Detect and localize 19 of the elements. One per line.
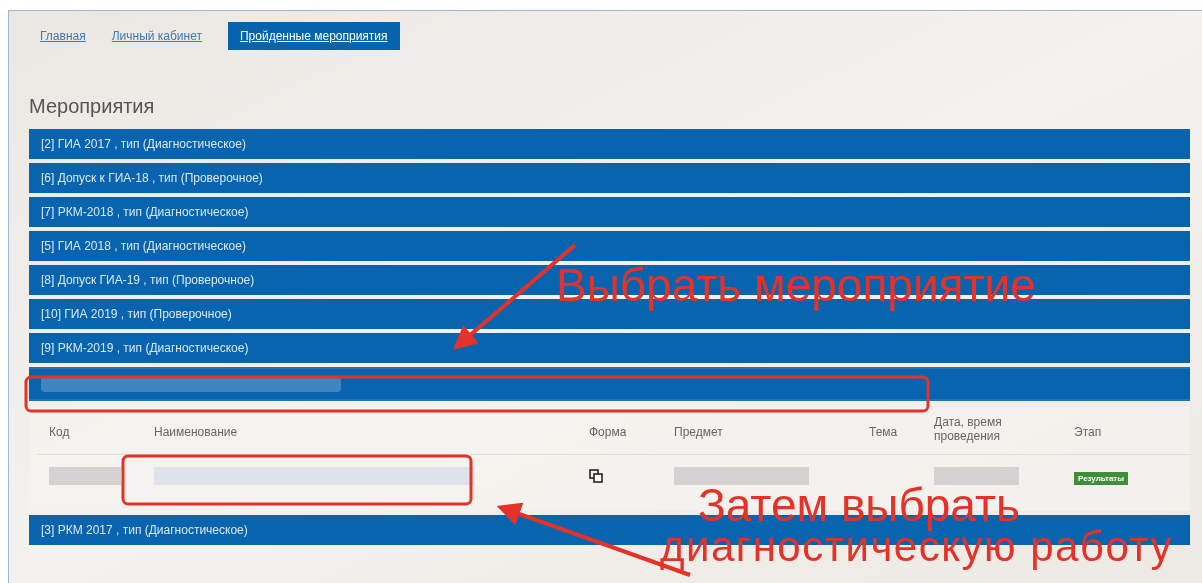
event-bar[interactable]: [7] РКМ-2018 , тип (Диагностическое) [29,197,1190,227]
nav-link[interactable]: Пройденные мероприятия [227,22,400,50]
nav-link[interactable]: Главная [40,27,86,45]
redacted-text [49,467,121,485]
event-bar[interactable]: [2] ГИА 2017 , тип (Диагностическое) [29,129,1190,159]
event-bar[interactable]: [6] Допуск к ГИА-18 , тип (Проверочное) [29,163,1190,193]
event-bar[interactable]: [9] РКМ-2019 , тип (Диагностическое) [29,333,1190,363]
column-header: Форма [589,424,627,439]
column-header: Дата, время проведения [934,414,1003,443]
column-header: Наименование [154,424,238,439]
event-bar[interactable]: [5] ГИА 2018 , тип (Диагностическое) [29,231,1190,261]
column-header: Предмет [674,424,723,439]
column-header: Этап [1074,424,1102,439]
results-button[interactable]: Результаты [1074,472,1129,485]
page-heading: Мероприятия [29,94,156,119]
column-header: Код [49,424,70,439]
nav-link[interactable]: Личный кабинет [111,27,202,45]
column-header: Тема [869,424,898,439]
document-icon[interactable] [589,469,603,483]
